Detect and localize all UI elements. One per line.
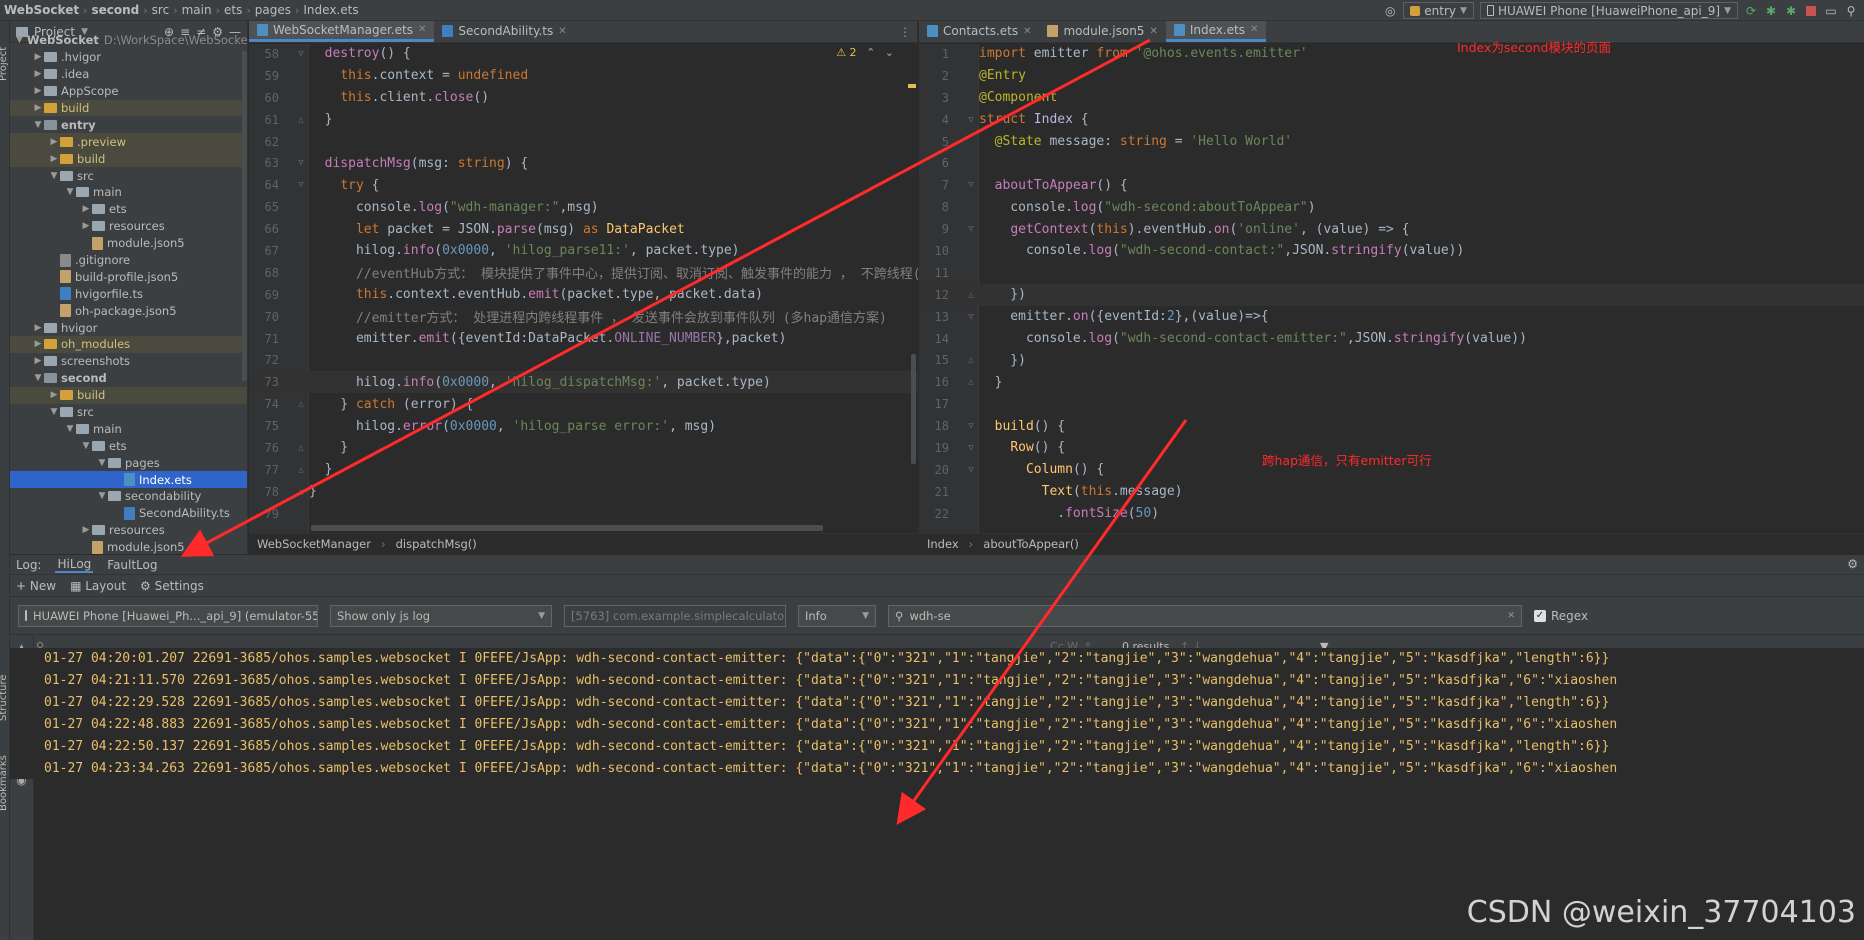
watermark: CSDN @weixin_37704103 [1466, 895, 1856, 930]
arrow-to-log-output [896, 419, 1188, 825]
arrow-to-index-file [180, 38, 1151, 557]
annotation-index-note: Index为second模块的页面 [1457, 40, 1611, 55]
annotation-cross-hap-note: 跨hap通信，只有emitter可行 [1262, 453, 1432, 468]
annotation-arrows [180, 38, 1188, 825]
